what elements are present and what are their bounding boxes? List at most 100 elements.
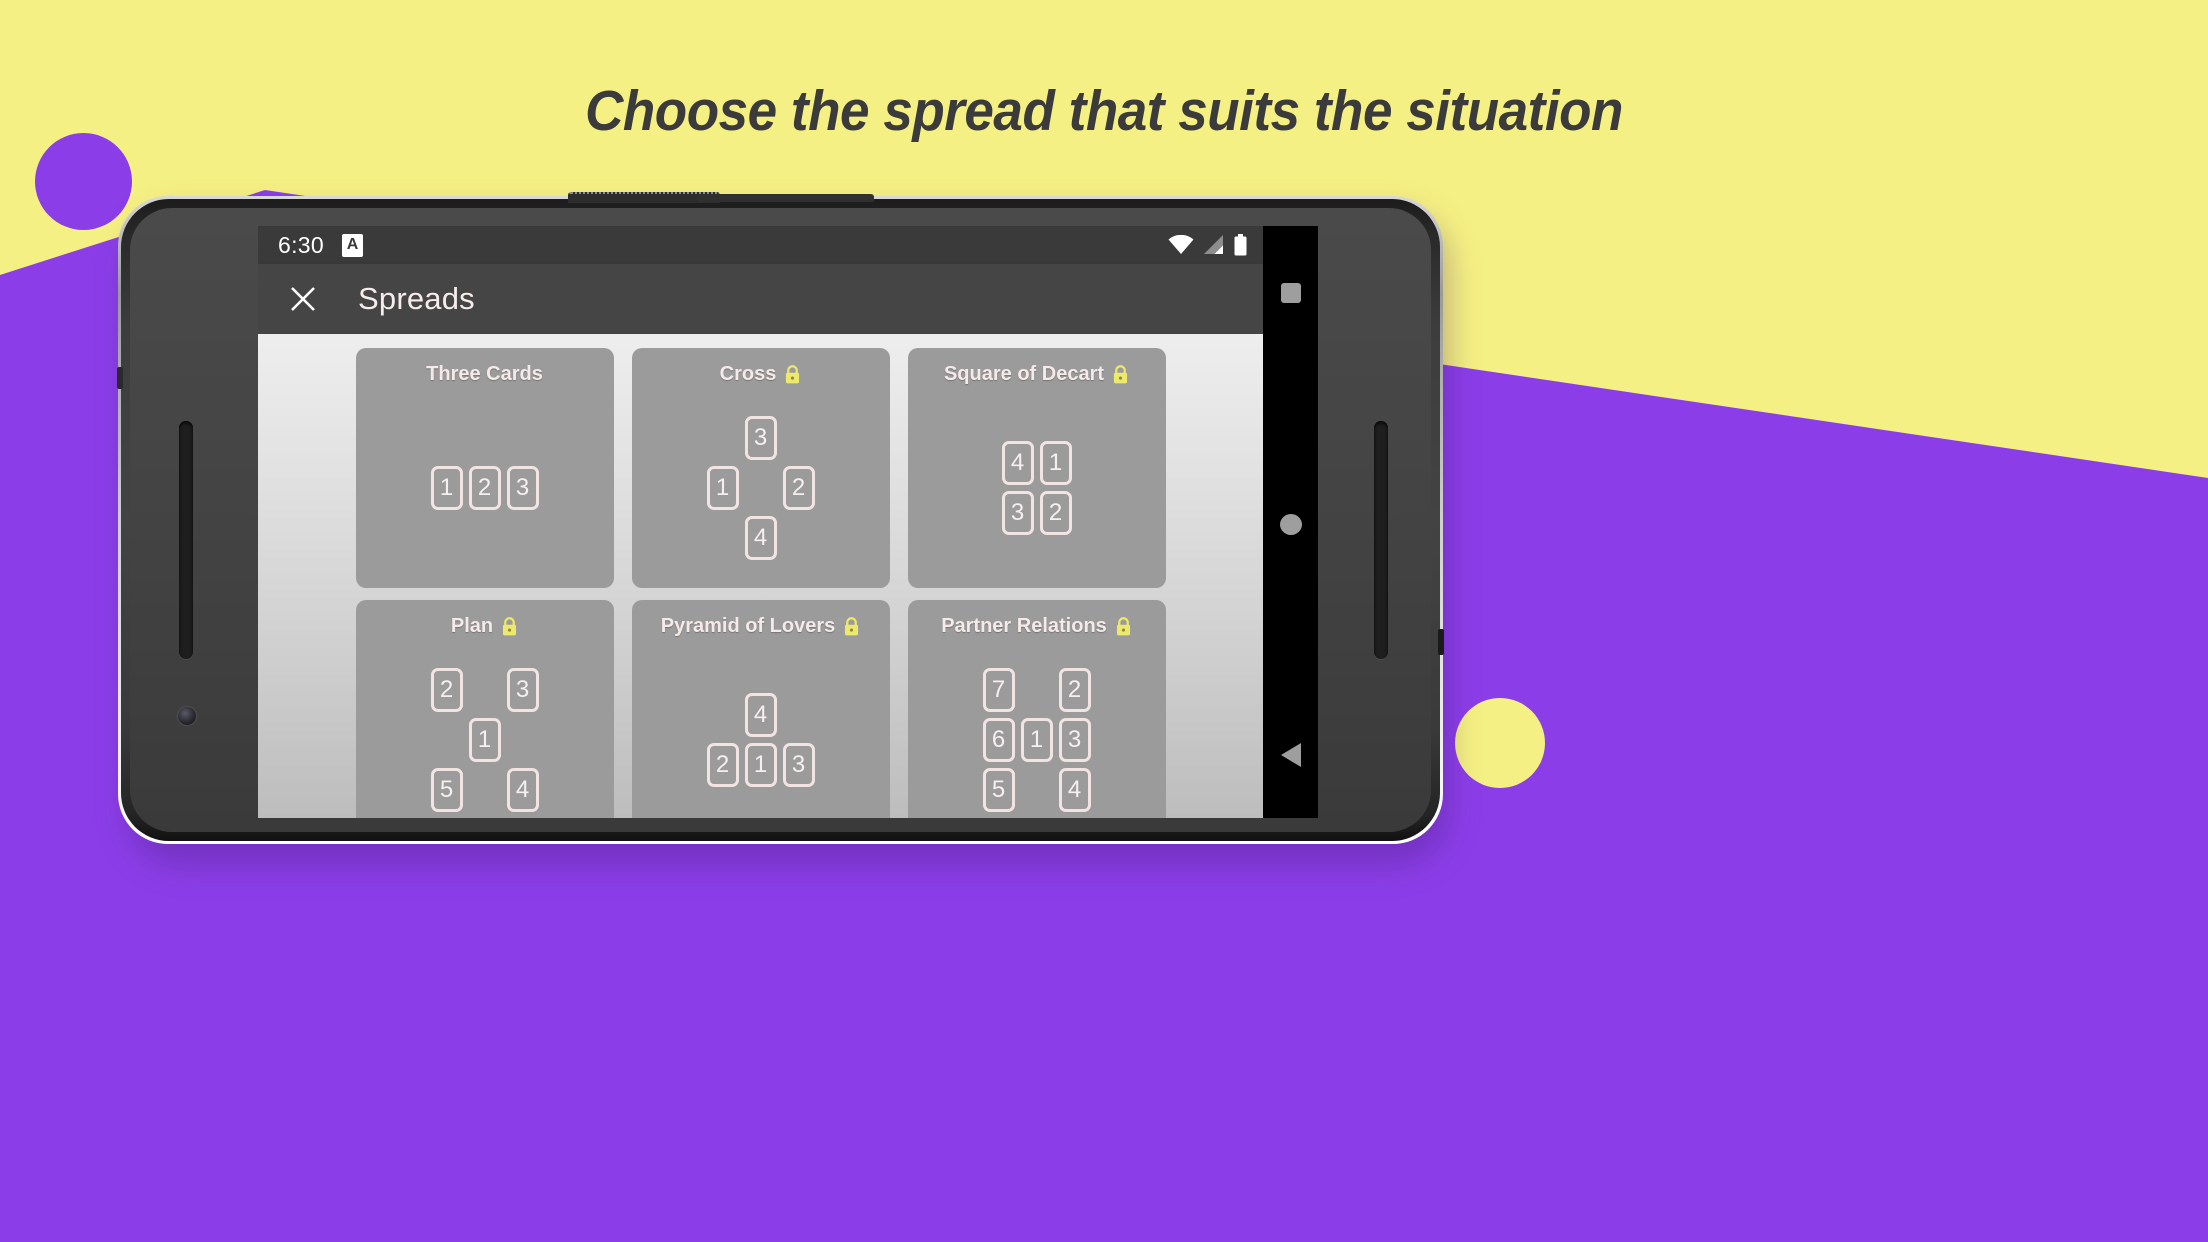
spread-layout: 123: [356, 388, 614, 588]
card-slot-empty: [783, 516, 815, 560]
card-position: 5: [982, 768, 1015, 812]
spread-title: Three Cards: [426, 363, 543, 385]
spread-layout: 23154: [356, 640, 614, 818]
back-button[interactable]: [1276, 740, 1306, 770]
card-slot-empty: [707, 516, 739, 560]
phone-body: 6:30 A Spreads Three Cards 1 2 3 Cross 3…: [117, 192, 1444, 841]
card-position: 1: [430, 466, 463, 510]
page-title: Spreads: [358, 281, 475, 316]
spread-title: Partner Relations: [941, 615, 1107, 637]
lock-badge: [784, 365, 801, 384]
lock-icon: [1116, 617, 1130, 636]
card-slot-empty: [707, 416, 739, 460]
spread-card[interactable]: Plan 2 3 1 5 4: [355, 600, 614, 818]
spread-layout: 7261354: [908, 640, 1166, 818]
spread-row: 4: [704, 513, 818, 563]
spread-row: 41: [999, 438, 1075, 488]
close-icon: [291, 287, 315, 311]
square-recents-icon: [1280, 283, 1301, 303]
card-position: 4: [1058, 768, 1091, 812]
spread-rows: 7261354: [980, 665, 1094, 815]
spread-row: 72: [980, 665, 1094, 715]
card-position: 3: [1058, 718, 1091, 762]
spread-row: 54: [428, 765, 542, 815]
card-position: 2: [706, 743, 739, 787]
card-slot-empty: [1021, 768, 1053, 812]
spread-row: 23: [428, 665, 542, 715]
wifi-icon: [1168, 235, 1194, 254]
spread-card[interactable]: Partner Relations 7 2 6 1 3 5 4: [907, 600, 1166, 818]
circle-home-icon: [1279, 513, 1302, 535]
card-slot-empty: [745, 466, 777, 510]
spread-row: 4: [704, 690, 818, 740]
card-slot-empty: [431, 718, 463, 762]
card-position: 2: [1039, 491, 1072, 535]
card-slot-empty: [507, 718, 539, 762]
phone-side-nub-right: [1438, 629, 1444, 655]
card-position: 2: [1058, 668, 1091, 712]
spread-card-header: Plan: [356, 600, 614, 640]
spread-row: 54: [980, 765, 1094, 815]
status-bar-clock: 6:30: [278, 231, 324, 258]
spread-row: 613: [980, 715, 1094, 765]
spread-row: 32: [999, 488, 1075, 538]
card-position: 3: [506, 466, 539, 510]
spread-title: Cross: [719, 363, 777, 385]
spread-row: 213: [704, 740, 818, 790]
spreads-grid: Three Cards 1 2 3 Cross 3 1 2 4 Square of Decart 4…: [258, 334, 1263, 818]
card-position: 1: [1020, 718, 1053, 762]
app-bar: Spreads: [258, 264, 1263, 334]
app-viewport: 6:30 A Spreads Three Cards 1 2 3 Cross 3…: [258, 226, 1263, 818]
card-position: 4: [744, 693, 777, 737]
lock-icon: [1113, 365, 1128, 384]
status-bar-icons: [1168, 234, 1247, 256]
spread-row: 3: [704, 413, 818, 463]
card-position: 1: [468, 718, 501, 762]
card-position: 2: [468, 466, 501, 510]
spread-title: Plan: [450, 615, 494, 637]
home-button[interactable]: [1276, 509, 1306, 539]
card-slot-empty: [469, 768, 501, 812]
spread-card-header: Cross: [632, 348, 890, 388]
spread-card[interactable]: Three Cards 1 2 3: [355, 348, 614, 588]
front-camera-icon: [178, 707, 196, 725]
spread-rows: 3124: [704, 413, 818, 563]
promo-headline: Choose the spread that suits the situati…: [585, 79, 1623, 143]
spread-card[interactable]: Cross 3 1 2 4: [631, 348, 890, 588]
spread-card-header: Three Cards: [356, 348, 614, 388]
card-position: 4: [506, 768, 539, 812]
spread-title: Square of Decart: [943, 363, 1105, 385]
card-position: 3: [744, 416, 777, 460]
card-position: 1: [744, 743, 777, 787]
card-position: 7: [982, 668, 1015, 712]
battery-icon: [1234, 234, 1247, 256]
phone-side-nub-left: [117, 367, 123, 389]
status-bar: 6:30 A: [258, 226, 1263, 264]
phone-groove-right: [1374, 421, 1388, 659]
spread-card[interactable]: Square of Decart 4 1 3 2: [907, 348, 1166, 588]
spread-row: 12: [704, 463, 818, 513]
android-ui: 6:30 A Spreads Three Cards 1 2 3 Cross 3…: [258, 226, 1318, 818]
cell-signal-icon: [1204, 235, 1223, 254]
app-notification-badge-icon: A: [341, 233, 363, 257]
card-position: 1: [706, 466, 739, 510]
spread-rows: 4132: [999, 438, 1075, 538]
spread-title: Pyramid of Lovers: [660, 615, 836, 637]
recents-button[interactable]: [1276, 278, 1306, 308]
spread-card[interactable]: Pyramid of Lovers 4 2 1 3: [631, 600, 890, 818]
spread-rows: 23154: [428, 665, 542, 815]
spread-row: 123: [428, 463, 542, 513]
spreads-scroll-area[interactable]: Three Cards 1 2 3 Cross 3 1 2 4 Square of Decart 4…: [258, 334, 1263, 818]
card-position: 2: [782, 466, 815, 510]
card-position: 3: [1001, 491, 1034, 535]
close-button[interactable]: [280, 276, 326, 322]
card-slot-empty: [783, 693, 815, 737]
triangle-back-icon: [1280, 743, 1301, 767]
card-slot-empty: [783, 416, 815, 460]
android-navigation-bar: [1263, 226, 1318, 818]
spread-rows: 123: [428, 463, 542, 513]
phone-screen: 6:30 A Spreads Three Cards 1 2 3 Cross 3…: [258, 226, 1318, 818]
lock-badge: [1112, 365, 1129, 384]
card-slot-empty: [707, 693, 739, 737]
spread-layout: 4213: [632, 640, 890, 818]
